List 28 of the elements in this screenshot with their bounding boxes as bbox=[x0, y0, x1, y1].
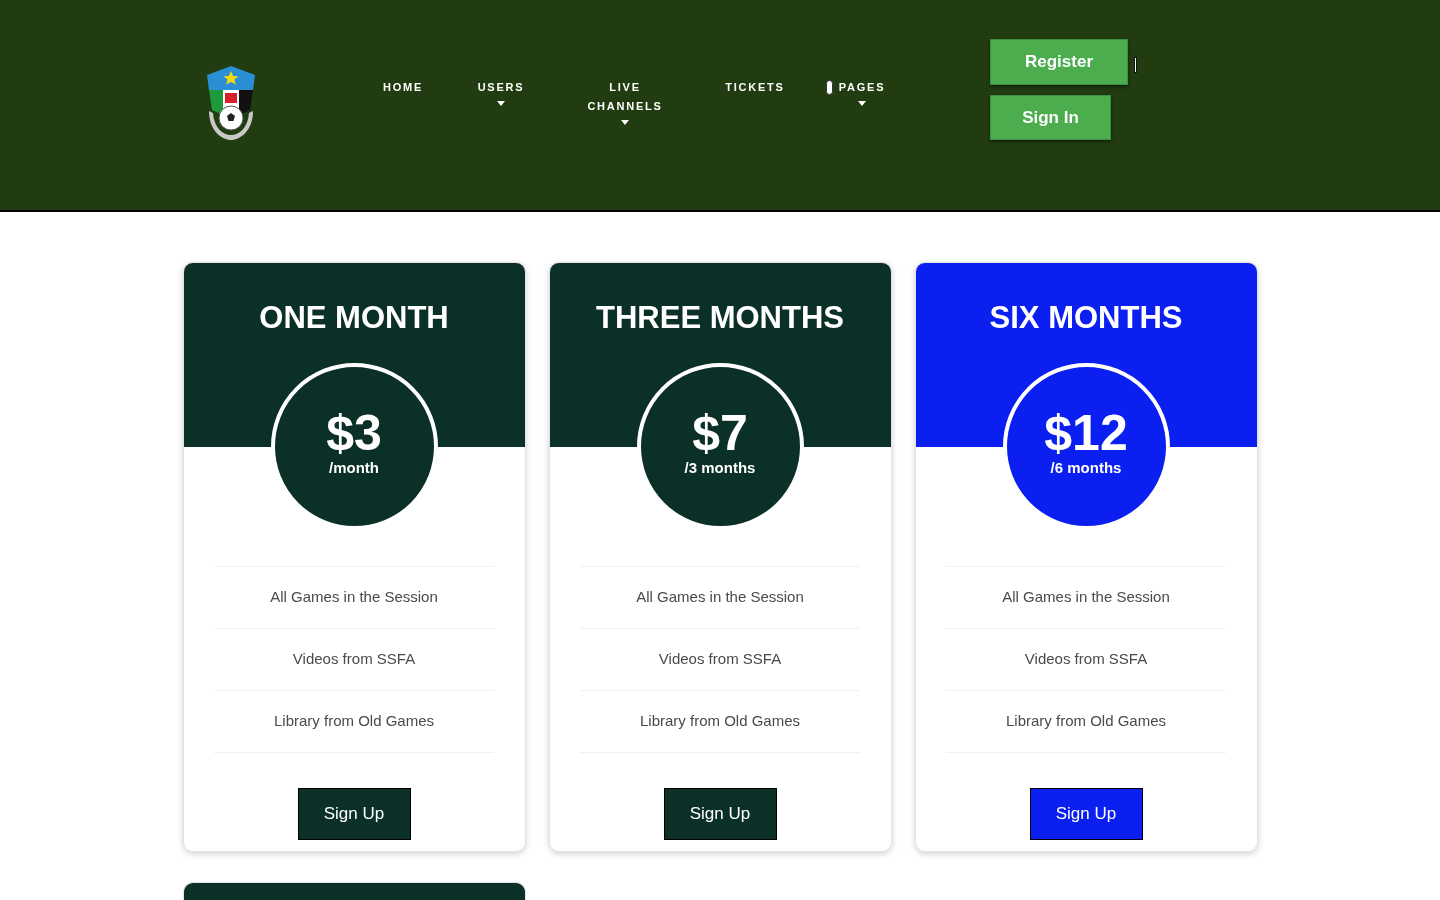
text-cursor-icon bbox=[1133, 57, 1138, 73]
nav-link[interactable]: USERS bbox=[477, 78, 525, 106]
capsule-icon bbox=[826, 80, 833, 95]
price-period: /6 months bbox=[1050, 458, 1122, 477]
price-text: $12 bbox=[1044, 406, 1128, 459]
plan-title: ONE MONTH bbox=[259, 302, 449, 334]
feature-text: Videos from SSFA bbox=[292, 649, 416, 670]
feature-text: All Games in the Session bbox=[1002, 587, 1170, 608]
price-text: $7 bbox=[692, 406, 748, 459]
feature-text: All Games in the Session bbox=[636, 587, 804, 608]
price-period: /month bbox=[329, 458, 379, 477]
nav-link[interactable]: LIVE CHANNELS bbox=[583, 78, 667, 125]
feature-text: Videos from SSFA bbox=[1024, 649, 1148, 670]
nav-link[interactable]: HOME bbox=[382, 78, 423, 97]
feature-text: Library from Old Games bbox=[273, 711, 434, 732]
feature-text: All Games in the Session bbox=[270, 587, 438, 608]
plan-title: SIX MONTHS bbox=[989, 302, 1183, 334]
sign-up-button[interactable]: Sign Up bbox=[297, 788, 411, 840]
plan-title: THREE MONTHS bbox=[596, 302, 844, 334]
feature-text: Videos from SSFA bbox=[658, 649, 782, 670]
nav-link[interactable]: PAGES bbox=[838, 78, 886, 106]
price-text: $3 bbox=[326, 406, 382, 459]
price-period: /3 months bbox=[684, 458, 756, 477]
sign-up-button[interactable]: Sign Up bbox=[1029, 788, 1143, 840]
feature-text: Library from Old Games bbox=[639, 711, 800, 732]
nav-link[interactable]: TICKETS bbox=[725, 78, 785, 97]
feature-text: Library from Old Games bbox=[1005, 711, 1166, 732]
sign-up-button[interactable]: Sign Up bbox=[663, 788, 777, 840]
